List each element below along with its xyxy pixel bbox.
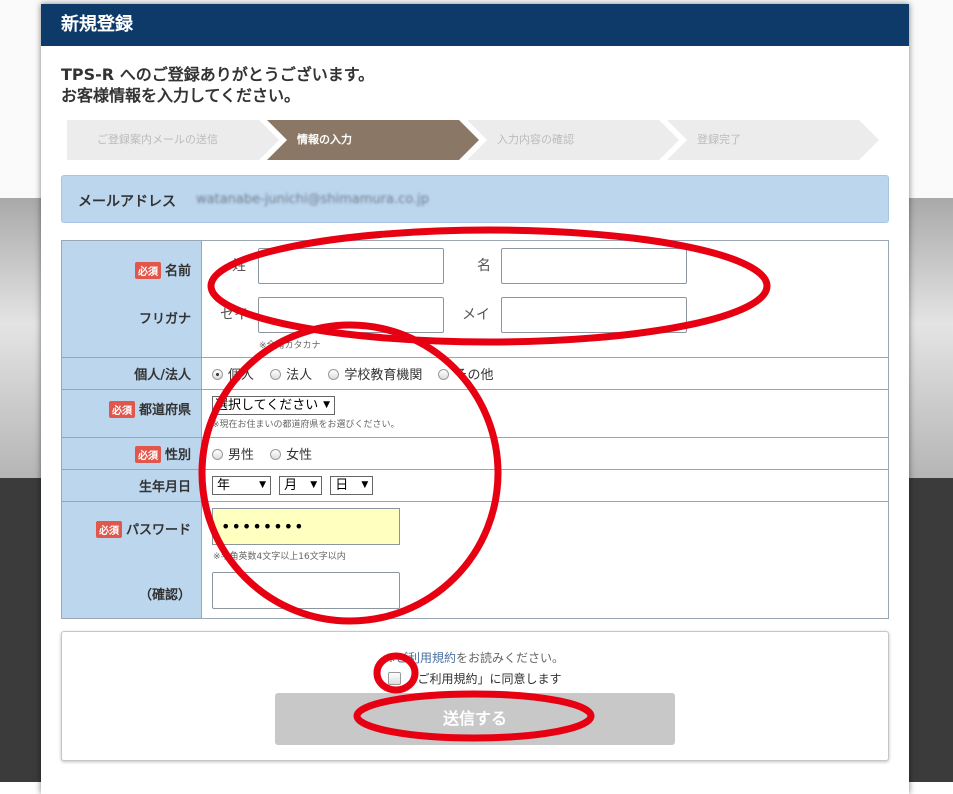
name-label-cell: 必須 名前 フリガナ xyxy=(61,240,202,358)
password-input[interactable]: •••••••• xyxy=(212,508,400,545)
step-confirm: 入力内容の確認 xyxy=(467,120,679,160)
gender-label: 性別 xyxy=(164,448,191,463)
type-option-other[interactable]: その他 xyxy=(438,368,493,383)
email-value: watanabe-junichi@shimamura.co.jp xyxy=(196,192,429,207)
prefecture-cell: 選択してください ▼ ※現在お住まいの都道府県をお選びください。 xyxy=(201,389,889,438)
intro-line-1: TPS-R へのご登録ありがとうございます。 xyxy=(61,65,375,84)
required-badge: 必須 xyxy=(134,262,161,279)
intro-text: TPS-R へのご登録ありがとうございます。 お客様情報を入力してください。 xyxy=(61,64,374,106)
birth-year-select[interactable]: 年 ▼ xyxy=(212,476,271,495)
password-confirm-label: （確認） xyxy=(138,588,191,603)
radio-icon xyxy=(438,369,450,380)
registration-form: 必須 名前 フリガナ 姓 名 セイ メイ ※全角カタカナ 個人/法人 個人 法人… xyxy=(61,240,889,619)
dialog-title: 新規登録 xyxy=(41,4,909,46)
sei-label: 姓 xyxy=(232,258,246,274)
furigana-note: ※全角カタカナ xyxy=(259,341,321,351)
radio-icon xyxy=(270,369,282,380)
chevron-down-icon: ▼ xyxy=(310,480,318,490)
required-badge: 必須 xyxy=(134,446,161,463)
step-send-mail: ご登録案内メールの送信 xyxy=(67,120,279,160)
intro-line-2: お客様情報を入力してください。 xyxy=(61,86,301,105)
chevron-down-icon: ▼ xyxy=(323,400,330,410)
birth-day-select[interactable]: 日 ▼ xyxy=(330,476,374,495)
gender-options: 男性 女性 xyxy=(201,437,889,470)
type-option-school[interactable]: 学校教育機関 xyxy=(328,368,422,383)
chevron-down-icon: ▼ xyxy=(259,480,266,490)
mei-kana-label: メイ xyxy=(462,307,490,323)
first-name-input[interactable] xyxy=(501,248,687,284)
agreement-panel: ※ご利用規約をお読みください。 「ご利用規約」に同意します 送信する xyxy=(61,631,889,761)
birth-month-select[interactable]: 月 ▼ xyxy=(279,476,323,495)
gender-option-male[interactable]: 男性 xyxy=(212,448,254,463)
first-name-kana-input[interactable] xyxy=(501,297,687,333)
name-fields-cell: 姓 名 セイ メイ ※全角カタカナ xyxy=(201,240,889,358)
type-option-individual[interactable]: 個人 xyxy=(212,368,254,383)
radio-icon xyxy=(270,449,282,460)
required-badge: 必須 xyxy=(108,401,135,418)
email-label: メールアドレス xyxy=(78,194,176,210)
step-input-info: 情報の入力 xyxy=(267,120,479,160)
birthday-label: 生年月日 xyxy=(61,469,202,502)
password-note: ※半角英数4文字以上16文字以内 xyxy=(213,552,346,562)
name-label: 名前 xyxy=(164,264,191,279)
email-display: メールアドレス watanabe-junichi@shimamura.co.jp xyxy=(61,175,889,223)
gender-label-cell: 必須 性別 xyxy=(61,437,202,470)
prefecture-label: 都道府県 xyxy=(138,403,191,418)
gender-option-female[interactable]: 女性 xyxy=(270,448,312,463)
registration-dialog: 新規登録 TPS-R へのご登録ありがとうございます。 お客様情報を入力してくだ… xyxy=(41,4,909,794)
sei-kana-label: セイ xyxy=(220,307,248,323)
mei-label: 名 xyxy=(477,258,491,274)
password-cell: •••••••• ※半角英数4文字以上16文字以内 xyxy=(201,501,889,619)
last-name-kana-input[interactable] xyxy=(258,297,444,333)
type-option-corporate[interactable]: 法人 xyxy=(270,368,312,383)
chevron-down-icon: ▼ xyxy=(361,480,369,490)
terms-note: ※ご利用規約をお読みください。 xyxy=(385,651,565,665)
radio-icon xyxy=(212,449,223,460)
last-name-input[interactable] xyxy=(258,248,444,284)
step-complete: 登録完了 xyxy=(667,120,879,160)
prefecture-label-cell: 必須 都道府県 xyxy=(61,389,202,438)
prefecture-select[interactable]: 選択してください ▼ xyxy=(212,396,335,415)
furigana-label: フリガナ xyxy=(138,312,191,327)
radio-icon xyxy=(212,369,223,380)
birthday-cell: 年 ▼ 月 ▼ 日 ▼ xyxy=(201,469,889,502)
type-label: 個人/法人 xyxy=(61,357,202,390)
type-options: 個人 法人 学校教育機関 その他 xyxy=(201,357,889,390)
terms-agree-row: 「ご利用規約」に同意します xyxy=(62,670,888,687)
prefecture-note: ※現在お住まいの都道府県をお選びください。 xyxy=(212,420,400,430)
required-badge: 必須 xyxy=(95,521,122,538)
password-label: パスワード xyxy=(125,523,191,538)
submit-button[interactable]: 送信する xyxy=(275,693,675,745)
progress-steps: ご登録案内メールの送信 情報の入力 入力内容の確認 登録完了 xyxy=(67,120,879,160)
radio-icon xyxy=(328,369,340,380)
password-label-cell: 必須 パスワード （確認） xyxy=(61,501,202,619)
password-confirm-input[interactable] xyxy=(212,572,400,609)
terms-link[interactable]: ご利用規約 xyxy=(396,651,456,665)
terms-agree-checkbox[interactable] xyxy=(388,672,402,685)
terms-agree-label[interactable]: 「ご利用規約」に同意します xyxy=(405,672,561,686)
